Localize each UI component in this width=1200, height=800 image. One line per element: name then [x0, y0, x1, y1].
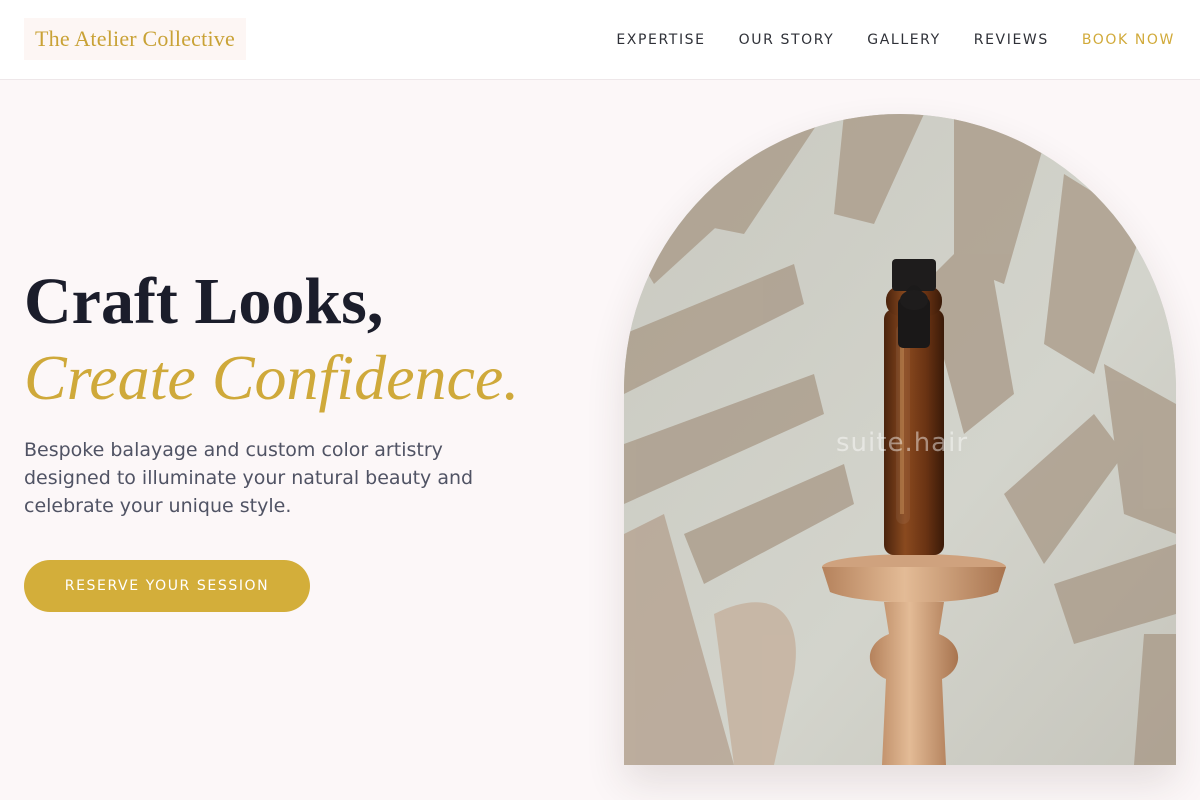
main-nav: EXPERTISE OUR STORY GALLERY REVIEWS BOOK… — [616, 0, 1175, 80]
nav-link-our-story[interactable]: OUR STORY — [739, 32, 835, 48]
nav-link-reviews[interactable]: REVIEWS — [974, 32, 1049, 48]
hero-headline-accent: Create Confidence. — [24, 342, 520, 413]
nav-link-book-now[interactable]: BOOK NOW — [1082, 32, 1175, 48]
nav-link-expertise[interactable]: EXPERTISE — [616, 32, 705, 48]
reserve-session-button[interactable]: RESERVE YOUR SESSION — [24, 560, 310, 612]
hero-headline: Craft Looks, — [24, 265, 384, 338]
image-watermark: suite.hair — [836, 428, 969, 458]
nav-link-gallery[interactable]: GALLERY — [867, 32, 940, 48]
site-header: The Atelier Collective EXPERTISE OUR STO… — [0, 0, 1200, 80]
brand-logo[interactable]: The Atelier Collective — [24, 18, 246, 60]
hero-subtext: Bespoke balayage and custom color artist… — [24, 439, 474, 517]
